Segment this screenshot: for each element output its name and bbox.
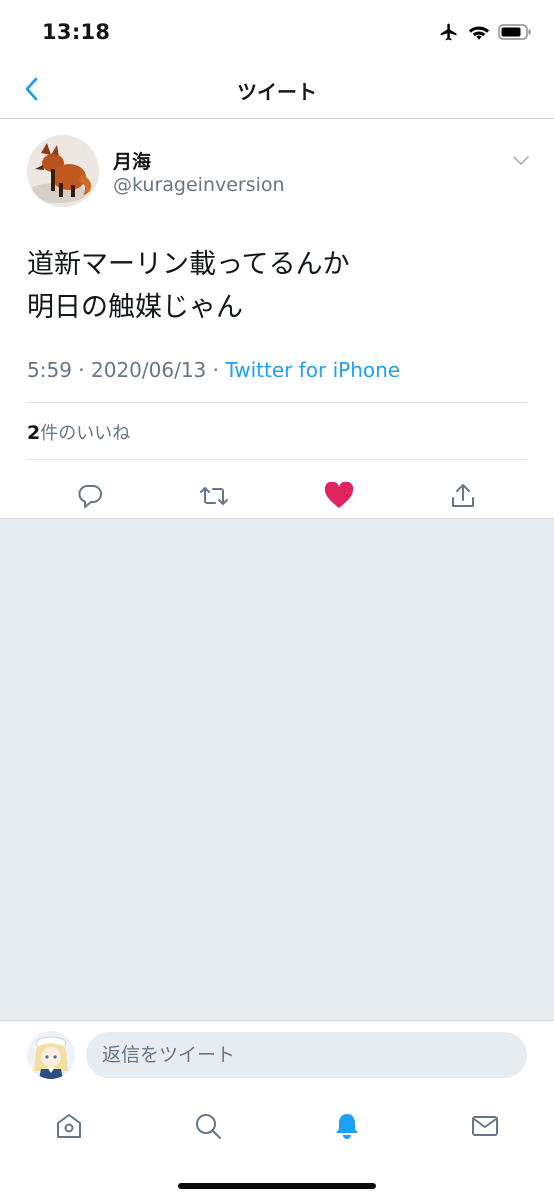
battery-icon — [498, 24, 531, 40]
tweet-text: 道新マーリン載ってるんか 明日の触媒じゃん — [27, 249, 350, 323]
divider — [27, 402, 527, 403]
divider — [27, 459, 527, 460]
home-indicator[interactable] — [178, 1183, 376, 1189]
tweet-time: 5:59 — [27, 358, 72, 382]
meta-separator: · — [212, 358, 226, 382]
page-title: ツイート — [237, 80, 317, 104]
user-avatar[interactable] — [27, 1031, 75, 1079]
chevron-down-icon[interactable] — [510, 149, 532, 171]
airplane-icon — [440, 23, 457, 41]
author-name[interactable]: 月海 — [113, 147, 151, 174]
empty-replies-area — [0, 518, 554, 1021]
tweet-meta: 5:59 · 2020/06/13 · Twitter for iPhone — [27, 358, 400, 382]
messages-icon — [472, 1116, 498, 1136]
share-button[interactable] — [441, 474, 485, 518]
tab-messages[interactable] — [463, 1104, 507, 1148]
reply-button[interactable] — [68, 474, 112, 518]
tweet-source-link[interactable]: Twitter for iPhone — [225, 358, 400, 382]
likes-label: 件のいいね — [40, 423, 131, 444]
wifi-icon — [468, 26, 490, 40]
author-handle[interactable]: @kurageinversion — [113, 174, 285, 196]
tweet-actions — [0, 474, 554, 518]
home-icon — [57, 1114, 81, 1138]
meta-separator: · — [78, 358, 91, 382]
retweet-icon — [200, 487, 228, 505]
reply-icon — [78, 485, 102, 508]
search-icon — [196, 1114, 221, 1139]
reply-input[interactable]: 返信をツイート — [86, 1032, 527, 1078]
likes-count: 2 — [27, 422, 41, 444]
share-icon — [452, 484, 474, 507]
like-button[interactable] — [317, 474, 361, 518]
like-icon — [324, 482, 354, 508]
notifications-icon — [336, 1114, 358, 1139]
status-time: 13:18 — [42, 20, 111, 44]
reply-bar: 返信をツイート — [0, 1020, 554, 1091]
tab-search[interactable] — [186, 1104, 230, 1148]
tweet-date: 2020/06/13 — [91, 358, 207, 382]
status-bar: 13:18 — [0, 0, 554, 62]
status-icons — [438, 22, 532, 42]
retweet-button[interactable] — [192, 474, 236, 518]
navigation-bar: ツイート — [0, 62, 554, 119]
likes-summary[interactable]: 2件のいいね — [27, 419, 130, 445]
author-avatar[interactable] — [27, 135, 99, 207]
tab-home[interactable] — [47, 1104, 91, 1148]
tab-notifications[interactable] — [325, 1104, 369, 1148]
